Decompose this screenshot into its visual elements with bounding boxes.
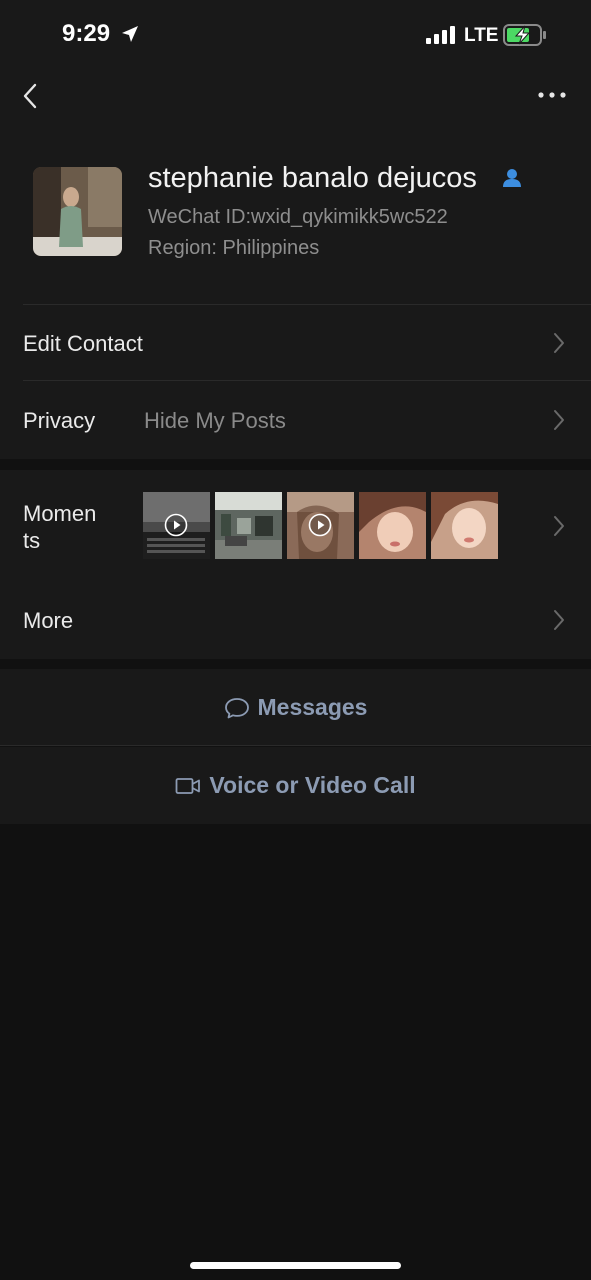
moments-label-line1: Momen <box>23 501 97 526</box>
region: Region: Philippines <box>148 237 320 259</box>
battery-charging-icon <box>503 24 547 51</box>
network-label: LTE <box>464 25 499 46</box>
edit-contact-label: Edit Contact <box>23 331 143 356</box>
messages-button[interactable]: Messages <box>0 669 591 746</box>
play-icon <box>308 513 332 542</box>
voice-video-call-label: Voice or Video Call <box>209 772 416 798</box>
chevron-right-icon <box>552 515 566 537</box>
nav-bar <box>0 70 591 130</box>
profile-name: stephanie banalo dejucos <box>148 162 477 194</box>
play-icon <box>164 513 188 542</box>
chevron-left-icon[interactable] <box>20 82 44 110</box>
privacy-value: Hide My Posts <box>144 408 286 433</box>
chat-bubble-icon <box>224 696 250 720</box>
voice-video-call-button[interactable]: Voice or Video Call <box>0 747 591 824</box>
divider <box>0 745 591 746</box>
moment-thumbnail[interactable] <box>143 492 210 559</box>
video-camera-icon <box>175 777 201 795</box>
privacy-row[interactable]: Privacy Hide My Posts <box>0 381 591 459</box>
edit-contact-row[interactable]: Edit Contact <box>0 305 591 381</box>
moments-label-line2: ts <box>23 528 41 553</box>
avatar[interactable] <box>33 167 122 256</box>
location-arrow-icon <box>120 24 140 49</box>
moment-thumbnail[interactable] <box>215 492 282 559</box>
status-time: 9:29 <box>62 20 111 47</box>
status-bar: 9:29 LTE <box>0 0 591 70</box>
chevron-right-icon <box>552 409 566 431</box>
more-row[interactable]: More <box>0 581 591 659</box>
chevron-right-icon <box>552 332 566 354</box>
moment-thumbnail[interactable] <box>431 492 498 559</box>
moments-row[interactable]: Momen ts <box>0 470 591 581</box>
moment-thumbnail[interactable] <box>359 492 426 559</box>
moment-thumbnail[interactable] <box>287 492 354 559</box>
moments-label: Momen ts <box>23 500 96 554</box>
privacy-label: Privacy <box>23 408 96 433</box>
more-label: More <box>23 608 74 633</box>
home-indicator <box>190 1262 401 1269</box>
profile-header: stephanie banalo dejucos WeChat ID:wxid_… <box>0 130 591 305</box>
messages-label: Messages <box>257 694 368 720</box>
chevron-right-icon <box>552 609 566 631</box>
ellipsis-icon[interactable] <box>536 88 568 102</box>
signal-icon <box>426 26 456 49</box>
person-icon <box>501 167 523 194</box>
wechat-id: WeChat ID:wxid_qykimikk5wc522 <box>148 206 448 228</box>
